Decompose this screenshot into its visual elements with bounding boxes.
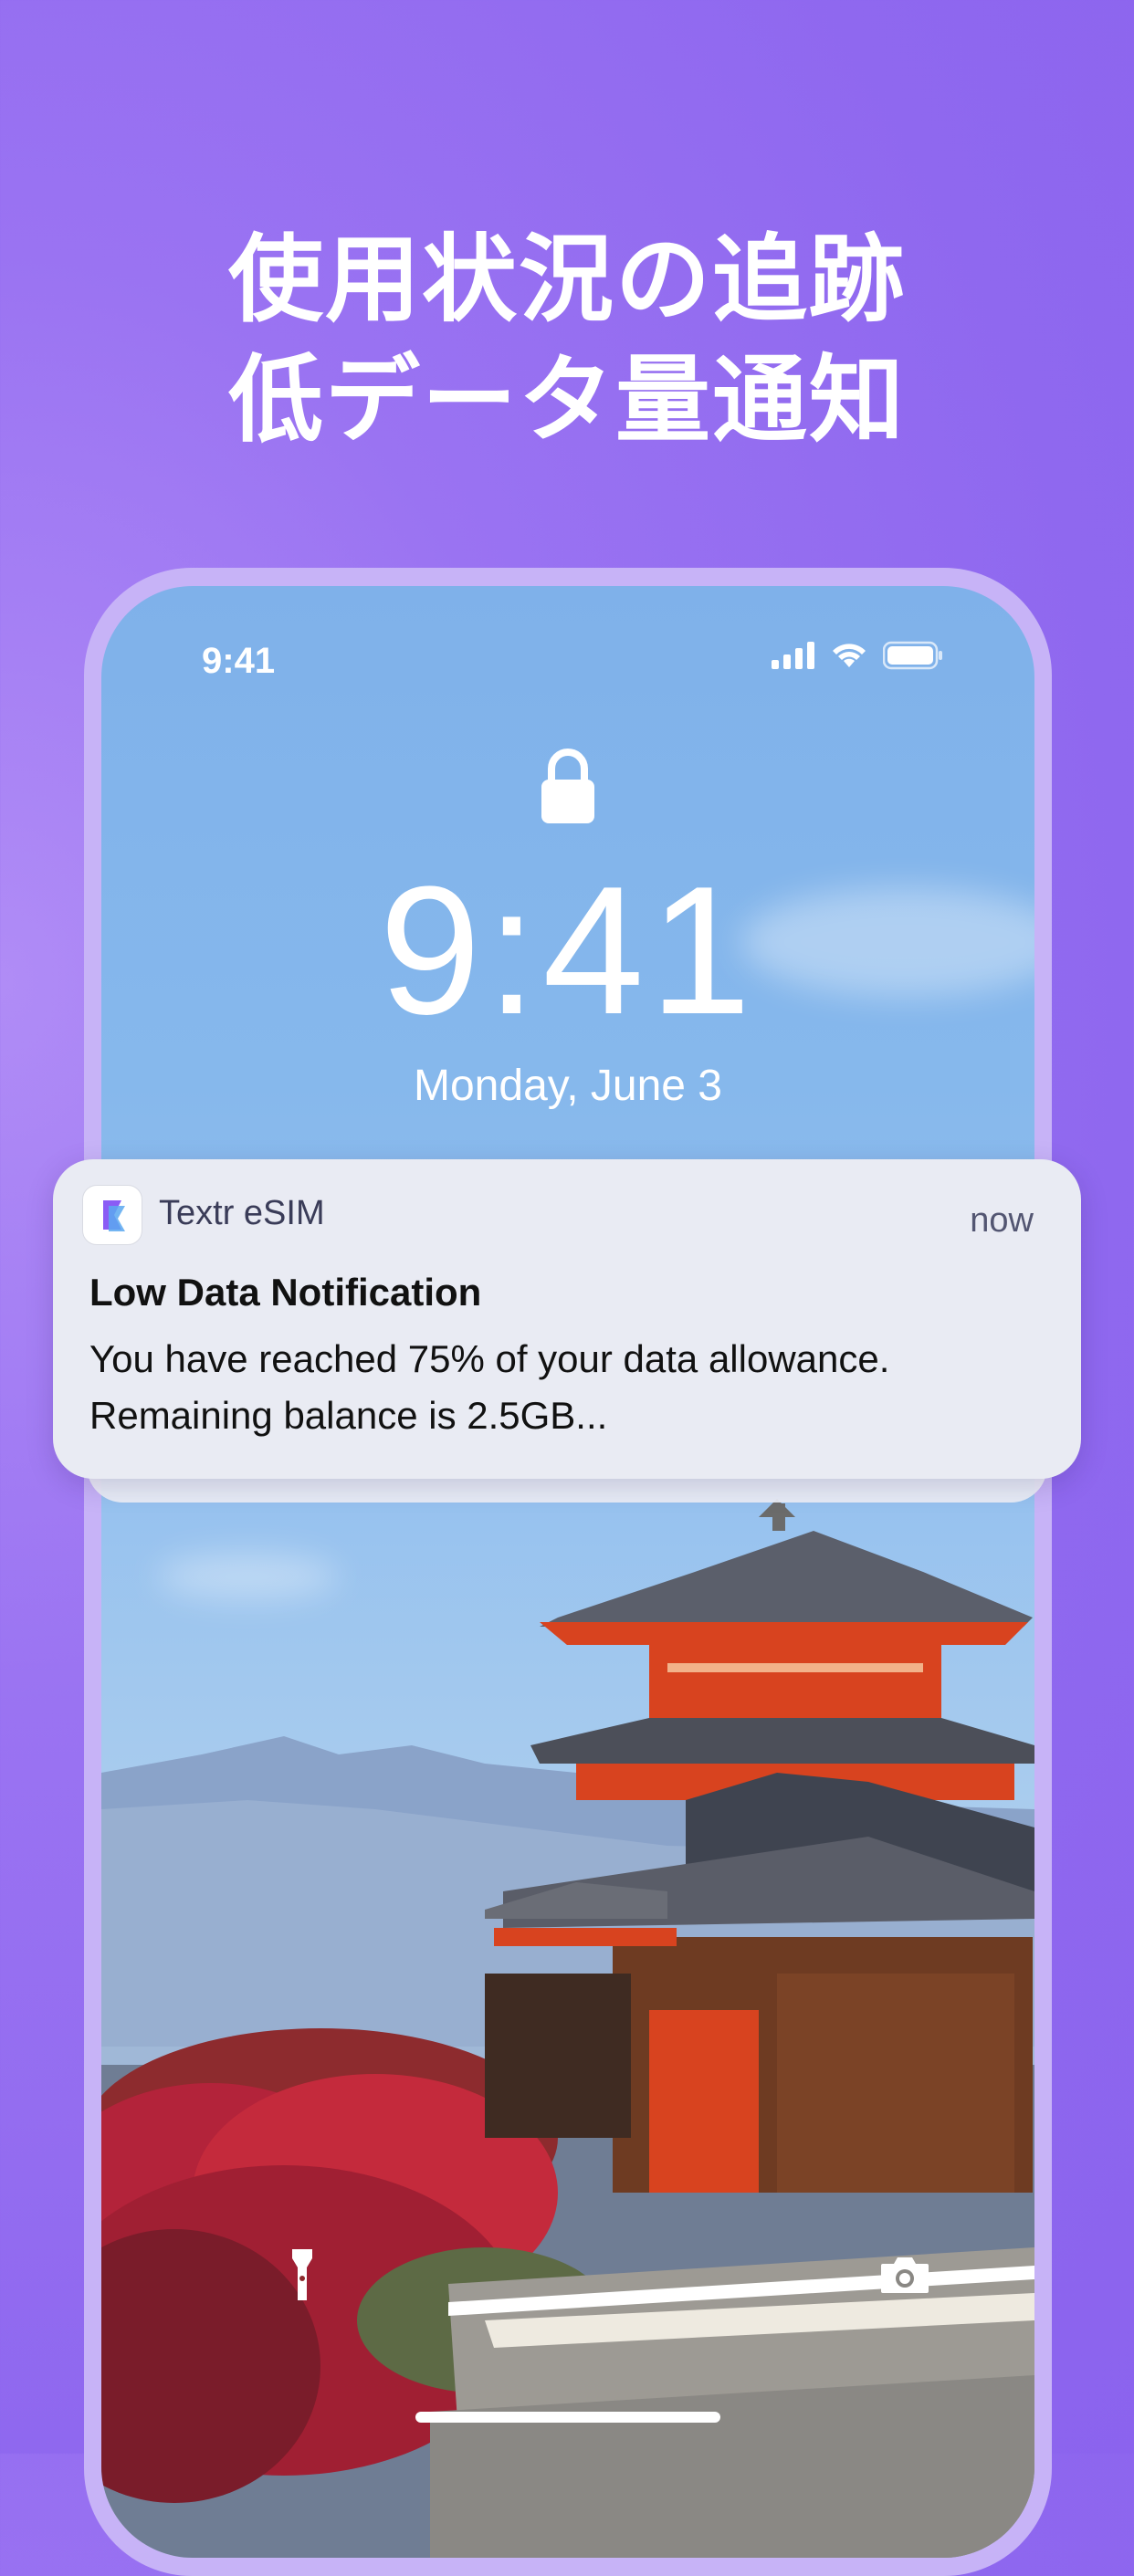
notification-card[interactable]: Textr eSIM now Low Data Notification You… [53,1159,1081,1479]
lockscreen-clock: 9:41 [379,849,757,1052]
textr-logo-icon [103,1200,125,1231]
lockscreen-date: Monday, June 3 [414,1062,722,1110]
camera-button[interactable] [868,2238,941,2311]
status-icons [772,641,943,670]
battery-icon [883,641,942,670]
notification-title: Low Data Notification [89,1271,482,1314]
camera-icon [881,2257,929,2293]
notification-app-name: Textr eSIM [159,1194,325,1232]
wifi-icon [833,644,866,667]
flashlight-button[interactable] [266,2238,339,2311]
app-icon [82,1185,142,1245]
notification-time: now [970,1201,1034,1240]
signal-icon [772,642,814,669]
notification-body: You have reached 75% of your data allowa… [89,1337,890,1437]
promo-title-line2: 低データ量通知 [227,344,906,456]
promo-title-line1: 使用状況の追跡 [227,224,906,335]
flashlight-icon [292,2249,312,2300]
lock-icon [538,749,598,829]
home-indicator[interactable] [415,2412,720,2423]
lock-screen: 9:41 9:41 Monday, June 3 [101,586,1034,2558]
status-bar-time: 9:41 [202,641,276,681]
